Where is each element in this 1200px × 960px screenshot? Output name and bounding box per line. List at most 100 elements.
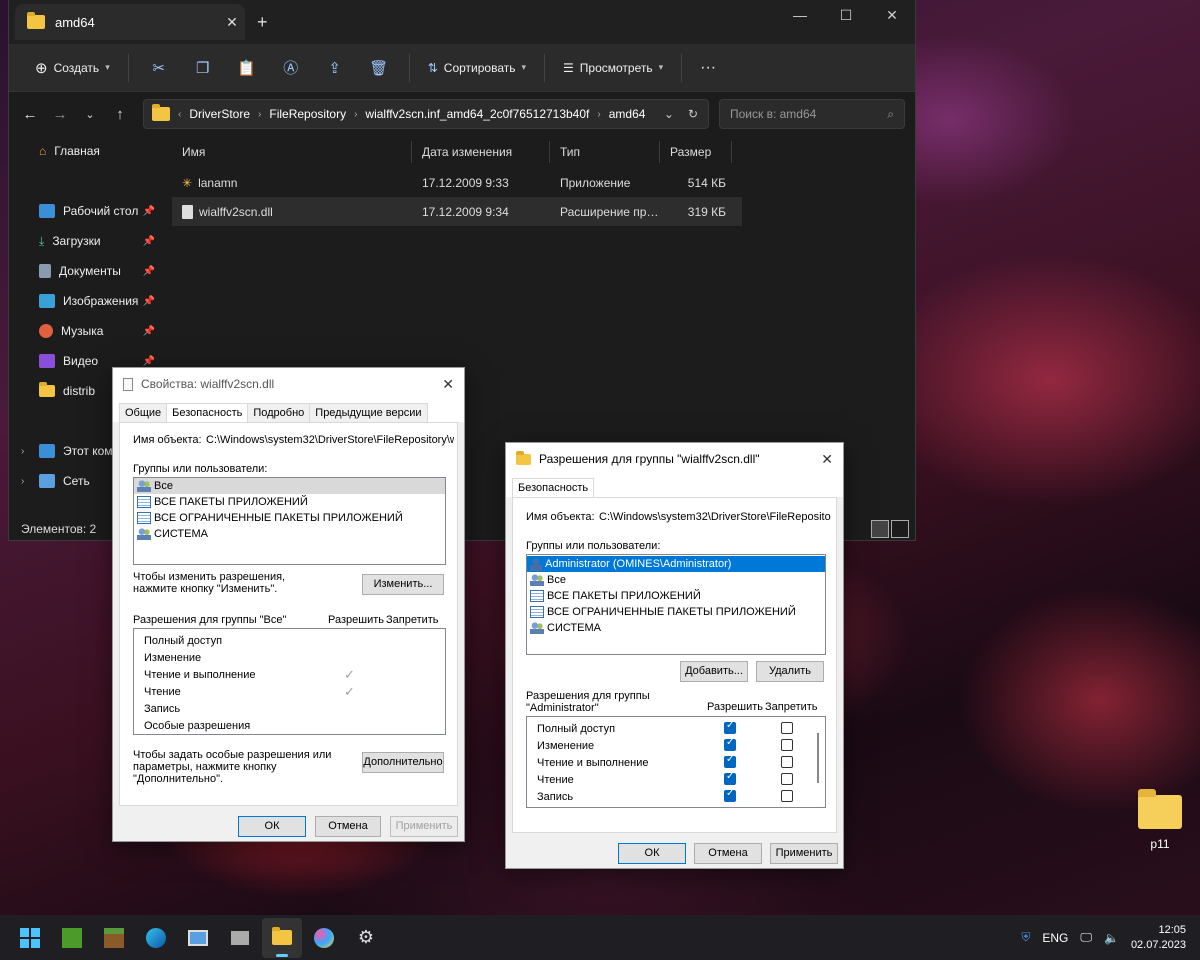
minimize-icon[interactable]: — — [777, 0, 823, 30]
maximize-icon[interactable]: ☐ — [823, 0, 869, 30]
rename-icon[interactable]: Ⓐ — [269, 53, 313, 83]
sidebar-item-home[interactable]: ⌂ Главная — [9, 136, 159, 166]
list-item[interactable]: СИСТЕМА — [527, 620, 825, 636]
apply-button[interactable]: Применить — [390, 816, 458, 837]
list-item[interactable]: ВСЕ ПАКЕТЫ ПРИЛОЖЕНИЙ — [527, 588, 825, 604]
network-icon[interactable]: 🖵 — [1080, 930, 1092, 945]
list-item[interactable]: ВСЕ ПАКЕТЫ ПРИЛОЖЕНИЙ — [134, 494, 445, 510]
more-options-button[interactable]: ··· — [690, 53, 726, 83]
breadcrumb-filerepository[interactable]: FileRepository — [269, 107, 346, 121]
deny-checkbox[interactable] — [781, 773, 793, 785]
deny-checkbox[interactable] — [781, 756, 793, 768]
column-date[interactable]: Дата изменения — [412, 141, 550, 163]
allow-checkbox[interactable] — [724, 771, 736, 785]
close-icon[interactable]: ✕ — [821, 451, 833, 468]
list-item[interactable]: ВСЕ ОГРАНИЧЕННЫЕ ПАКЕТЫ ПРИЛОЖЕНИЙ — [134, 510, 445, 526]
dialog-title: Разрешения для группы "wialffv2scn.dll" — [539, 452, 760, 466]
allow-checkbox[interactable] — [724, 720, 736, 734]
settings-gear-icon[interactable]: ⚙ — [346, 918, 386, 958]
close-icon[interactable]: ✕ — [869, 0, 915, 30]
sidebar-item-music[interactable]: Музыка 📌 — [9, 316, 159, 346]
list-item[interactable]: Administrator (OMINES\Administrator) — [527, 556, 825, 572]
allow-checkbox[interactable] — [724, 737, 736, 751]
tab-previous-versions[interactable]: Предыдущие версии — [309, 403, 428, 422]
security-shield-icon[interactable]: ⛨ — [1021, 930, 1030, 945]
refresh-icon[interactable]: ↻ — [688, 107, 698, 121]
copy-icon[interactable]: ❐ — [181, 53, 225, 83]
sidebar-item-downloads[interactable]: ⤓ Загрузки 📌 — [9, 226, 159, 256]
tiles-view-icon[interactable] — [891, 520, 909, 538]
cut-icon[interactable]: ✂ — [137, 53, 181, 83]
remove-button[interactable]: Удалить — [756, 661, 824, 682]
deny-checkbox[interactable] — [781, 722, 793, 734]
sidebar-item-pictures[interactable]: Изображения 📌 — [9, 286, 159, 316]
column-name[interactable]: Имя — [172, 141, 412, 163]
address-actions: ⌄ ↻ — [664, 107, 708, 121]
breadcrumb-driverstore[interactable]: DriverStore — [189, 107, 250, 121]
list-item[interactable]: Все — [527, 572, 825, 588]
up-arrow-icon[interactable]: ↑ — [105, 106, 135, 123]
control-panel-icon[interactable] — [178, 918, 218, 958]
expand-chevron-icon[interactable]: › — [21, 446, 24, 457]
details-view-icon[interactable] — [871, 520, 889, 538]
close-tab-icon[interactable]: ✕ — [219, 14, 245, 31]
deny-checkbox[interactable] — [781, 790, 793, 802]
ok-button[interactable]: ОК — [618, 843, 686, 864]
add-button[interactable]: Добавить... — [680, 661, 748, 682]
paste-icon[interactable]: 📋 — [225, 53, 269, 83]
list-item[interactable]: ВСЕ ОГРАНИЧЕННЫЕ ПАКЕТЫ ПРИЛОЖЕНИЙ — [527, 604, 825, 620]
start-button[interactable] — [10, 918, 50, 958]
minecraft-icon[interactable] — [52, 918, 92, 958]
change-button[interactable]: Изменить... — [362, 574, 444, 595]
tab-details[interactable]: Подробно — [247, 403, 311, 422]
cancel-button[interactable]: Отмена — [694, 843, 762, 864]
scrollbar[interactable] — [817, 733, 819, 783]
address-bar[interactable]: ‹ DriverStore › FileRepository › wialffv… — [143, 99, 709, 129]
create-button[interactable]: ⊕ Создать ▾ — [25, 53, 120, 83]
edge-browser-icon[interactable] — [136, 918, 176, 958]
forward-arrow-icon[interactable]: → — [45, 106, 75, 123]
tab-general[interactable]: Общие — [119, 403, 168, 422]
cancel-button[interactable]: Отмена — [315, 816, 381, 837]
groups-list[interactable]: Все ВСЕ ПАКЕТЫ ПРИЛОЖЕНИЙ ВСЕ ОГРАНИЧЕНН… — [133, 477, 446, 565]
tab-security[interactable]: Безопасность — [166, 403, 249, 423]
language-indicator[interactable]: ENG — [1042, 931, 1068, 945]
paint-icon[interactable] — [304, 918, 344, 958]
list-item[interactable]: СИСТЕМА — [134, 526, 445, 542]
volume-icon[interactable]: 🔈 — [1104, 931, 1119, 945]
column-size[interactable]: Размер — [660, 141, 732, 163]
printer-icon[interactable] — [220, 918, 260, 958]
clock[interactable]: 12:05 02.07.2023 — [1131, 923, 1186, 953]
apply-button[interactable]: Применить — [770, 843, 838, 864]
file-explorer-icon[interactable] — [262, 917, 302, 958]
sort-button[interactable]: ⇅ Сортировать ▾ — [418, 55, 536, 81]
tab-security[interactable]: Безопасность — [512, 478, 595, 498]
breadcrumb-amd64[interactable]: amd64 — [609, 107, 646, 121]
expand-chevron-icon[interactable]: › — [21, 476, 24, 487]
breadcrumb-inf-folder[interactable]: wialffv2scn.inf_amd64_2c0f76512713b40f — [365, 107, 589, 121]
grass-block-icon[interactable] — [94, 918, 134, 958]
search-input[interactable]: Поиск в: amd64 ⌕ — [719, 99, 905, 129]
recent-chevron-icon[interactable]: ⌄ — [75, 108, 105, 121]
sidebar-item-desktop[interactable]: Рабочий стол 📌 — [9, 196, 159, 226]
new-tab-icon[interactable]: + — [257, 12, 268, 33]
column-type[interactable]: Тип — [550, 141, 660, 163]
desktop-folder-p11[interactable]: p11 — [1130, 789, 1190, 851]
address-dropdown-icon[interactable]: ⌄ — [664, 107, 674, 121]
list-item[interactable]: Все — [134, 478, 445, 494]
view-button[interactable]: ☰ Просмотреть ▾ — [553, 55, 673, 81]
advanced-button[interactable]: Дополнительно — [362, 752, 444, 773]
back-arrow-icon[interactable]: ← — [15, 106, 45, 123]
file-row[interactable]: ✳ lanamn 17.12.2009 9:33 Приложение 514 … — [172, 168, 742, 197]
ok-button[interactable]: ОК — [238, 816, 306, 837]
sidebar-item-documents[interactable]: Документы 📌 — [9, 256, 159, 286]
allow-checkbox[interactable] — [724, 754, 736, 768]
tab-amd64[interactable]: amd64 ✕ — [15, 4, 245, 40]
deny-checkbox[interactable] — [781, 739, 793, 751]
allow-checkbox[interactable] — [724, 788, 736, 802]
delete-icon[interactable]: 🗑 — [357, 53, 401, 83]
close-icon[interactable]: ✕ — [442, 376, 454, 393]
share-icon[interactable]: ⇪ — [313, 53, 357, 83]
file-row[interactable]: wialffv2scn.dll 17.12.2009 9:34 Расширен… — [172, 197, 742, 226]
groups-list[interactable]: Administrator (OMINES\Administrator) Все… — [526, 554, 826, 655]
